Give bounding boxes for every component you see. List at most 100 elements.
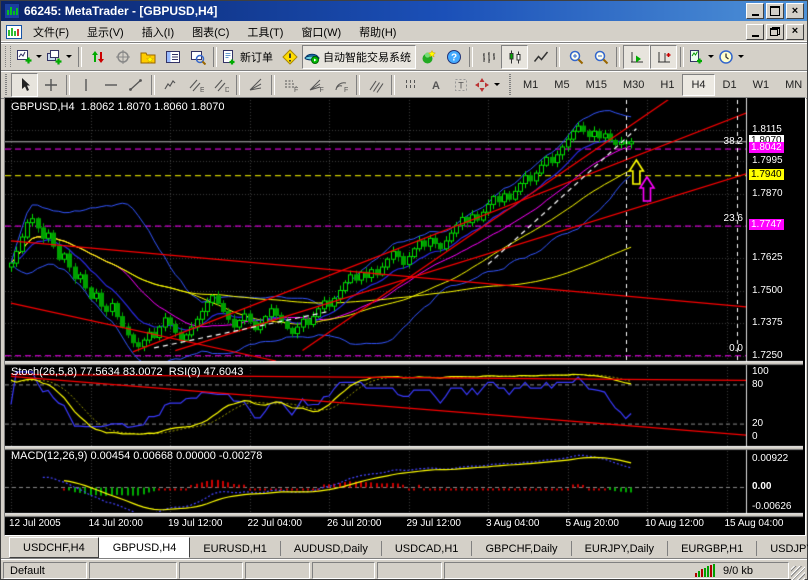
stddev-channel-button[interactable]: D <box>208 74 233 96</box>
crosshair-icon <box>43 77 59 93</box>
indicators-button[interactable] <box>687 46 717 68</box>
mdi-minimize-button[interactable] <box>746 24 764 40</box>
parallel-channel-button[interactable] <box>363 74 388 96</box>
price-chart-canvas[interactable] <box>5 98 803 533</box>
gann-fan-button[interactable] <box>243 74 268 96</box>
toolbar-grip[interactable] <box>509 74 511 95</box>
linechart-icon <box>533 49 549 65</box>
metaeditor-icon <box>282 49 298 65</box>
status-panels <box>89 562 442 579</box>
periods-button[interactable] <box>717 46 747 68</box>
chart-tab-eurjpy[interactable]: EURJPY,Daily <box>572 541 669 556</box>
menu-charts[interactable]: 图表(C) <box>183 21 238 43</box>
maximize-button[interactable] <box>766 3 784 19</box>
chart-tab-bar: USDCHF,H4GBPUSD,H4EURUSD,H1AUDUSD,DailyU… <box>1 535 807 558</box>
chart-tab-eurgbp[interactable]: EURGBP,H1 <box>668 541 757 556</box>
zoomout-icon <box>593 49 609 65</box>
arrow-objects-button[interactable] <box>473 74 503 96</box>
navigator-button[interactable] <box>135 46 160 68</box>
timeframe-mn-button[interactable]: MN <box>777 75 808 95</box>
menu-window[interactable]: 窗口(W) <box>292 21 350 43</box>
fibonacci-arcs-button[interactable]: F <box>328 74 353 96</box>
status-empty-panel <box>377 562 442 579</box>
traffic-label: 9/0 kb <box>723 565 753 577</box>
mdi-close-button[interactable]: × <box>786 24 804 40</box>
timeframe-m15-button[interactable]: M15 <box>578 75 615 95</box>
menu-insert[interactable]: 插入(I) <box>133 21 183 43</box>
chart-tab-eurusd[interactable]: EURUSD,H1 <box>190 541 281 556</box>
timeframe-m5-button[interactable]: M5 <box>546 75 577 95</box>
market-watch-button[interactable] <box>85 46 110 68</box>
standard-toolbar: 新订单 自动智能交易系统? <box>1 43 807 71</box>
line-chart-button[interactable] <box>528 46 553 68</box>
menu-view[interactable]: 显示(V) <box>78 21 133 43</box>
text-label-button[interactable]: T <box>448 74 473 96</box>
periods-button-dropdown-arrow[interactable] <box>738 55 744 58</box>
status-profile[interactable]: Default <box>3 562 87 579</box>
text-button[interactable]: A <box>423 74 448 96</box>
zoom-out-button[interactable] <box>588 46 613 68</box>
chart-tab-audusd[interactable]: AUDUSD,Daily <box>281 541 382 556</box>
timeframe-m30-button[interactable]: M30 <box>615 75 652 95</box>
terminal-button[interactable] <box>160 46 185 68</box>
indicators-button-dropdown-arrow[interactable] <box>708 55 714 58</box>
new-chart-button-dropdown-arrow[interactable] <box>36 55 42 58</box>
text-t-icon: T <box>453 77 469 93</box>
fibonacci-retracement-button[interactable]: F <box>278 74 303 96</box>
arrow-objects-button-dropdown-arrow[interactable] <box>494 83 500 86</box>
timeframe-d1-button[interactable]: D1 <box>715 75 745 95</box>
hline-icon <box>103 77 119 93</box>
new-chart-button[interactable] <box>15 46 45 68</box>
menu-help[interactable]: 帮助(H) <box>350 21 405 43</box>
cursor-button[interactable] <box>11 73 38 97</box>
timeframe-h1-button[interactable]: H1 <box>652 75 682 95</box>
bars-icon <box>481 49 497 65</box>
data-window-button[interactable] <box>110 46 135 68</box>
close-button[interactable]: × <box>786 3 804 19</box>
indicators-icon <box>688 49 704 65</box>
candlestick-chart-button[interactable] <box>501 45 528 69</box>
resize-grip[interactable] <box>791 566 805 580</box>
mdi-minimize-icon <box>752 27 759 37</box>
chart-tab-usdchf[interactable]: USDCHF,H4 <box>9 537 99 558</box>
polyline-button[interactable] <box>158 74 183 96</box>
status-empty-panel <box>179 562 243 579</box>
app-icon <box>4 3 20 19</box>
horizontal-line-button[interactable] <box>98 74 123 96</box>
strategy-tester-button[interactable] <box>185 46 210 68</box>
auto-scroll-button[interactable] <box>623 45 650 69</box>
chart-shift-button[interactable] <box>650 45 677 69</box>
vertical-line-button[interactable] <box>73 74 98 96</box>
status-empty-panel <box>89 562 177 579</box>
chart-tab-gbpusd[interactable]: GBPUSD,H4 <box>99 537 191 558</box>
profiles-button[interactable] <box>45 46 75 68</box>
toolbar-grip[interactable] <box>5 74 7 95</box>
menu-file[interactable]: 文件(F) <box>24 21 78 43</box>
crosshair-button[interactable] <box>38 74 63 96</box>
trendline-button[interactable] <box>123 74 148 96</box>
fibonacci-fan-button[interactable]: F <box>303 74 328 96</box>
timeframe-w1-button[interactable]: W1 <box>745 75 778 95</box>
toolbar-grip[interactable] <box>5 46 11 67</box>
chart-tab-usdcad[interactable]: USDCAD,H1 <box>382 541 473 556</box>
minimize-button[interactable] <box>746 3 764 19</box>
chart-tab-usdjpy[interactable]: USDJPY,M15 <box>757 541 808 556</box>
zoomin-icon <box>568 49 584 65</box>
mql-wizard-button[interactable] <box>416 46 441 68</box>
equidistant-channel-button[interactable]: E <box>183 74 208 96</box>
profiles-button-dropdown-arrow[interactable] <box>66 55 72 58</box>
cycle-lines-button[interactable] <box>398 74 423 96</box>
new-order-button[interactable]: 新订单 <box>220 46 277 68</box>
expert-advisors-button[interactable]: 自动智能交易系统 <box>302 45 416 69</box>
chart-tab-gbpchf[interactable]: GBPCHF,Daily <box>472 541 571 556</box>
timeframe-h4-button[interactable]: H4 <box>682 74 714 96</box>
bar-chart-button[interactable] <box>476 46 501 68</box>
help-button[interactable]: ? <box>441 46 466 68</box>
terminal-icon <box>165 49 181 65</box>
timeframe-m1-button[interactable]: M1 <box>515 75 546 95</box>
mdi-restore-button[interactable] <box>766 24 784 40</box>
menu-tools[interactable]: 工具(T) <box>238 21 292 43</box>
shift-icon <box>656 49 672 65</box>
metaeditor-button[interactable] <box>277 46 302 68</box>
zoom-in-button[interactable] <box>563 46 588 68</box>
